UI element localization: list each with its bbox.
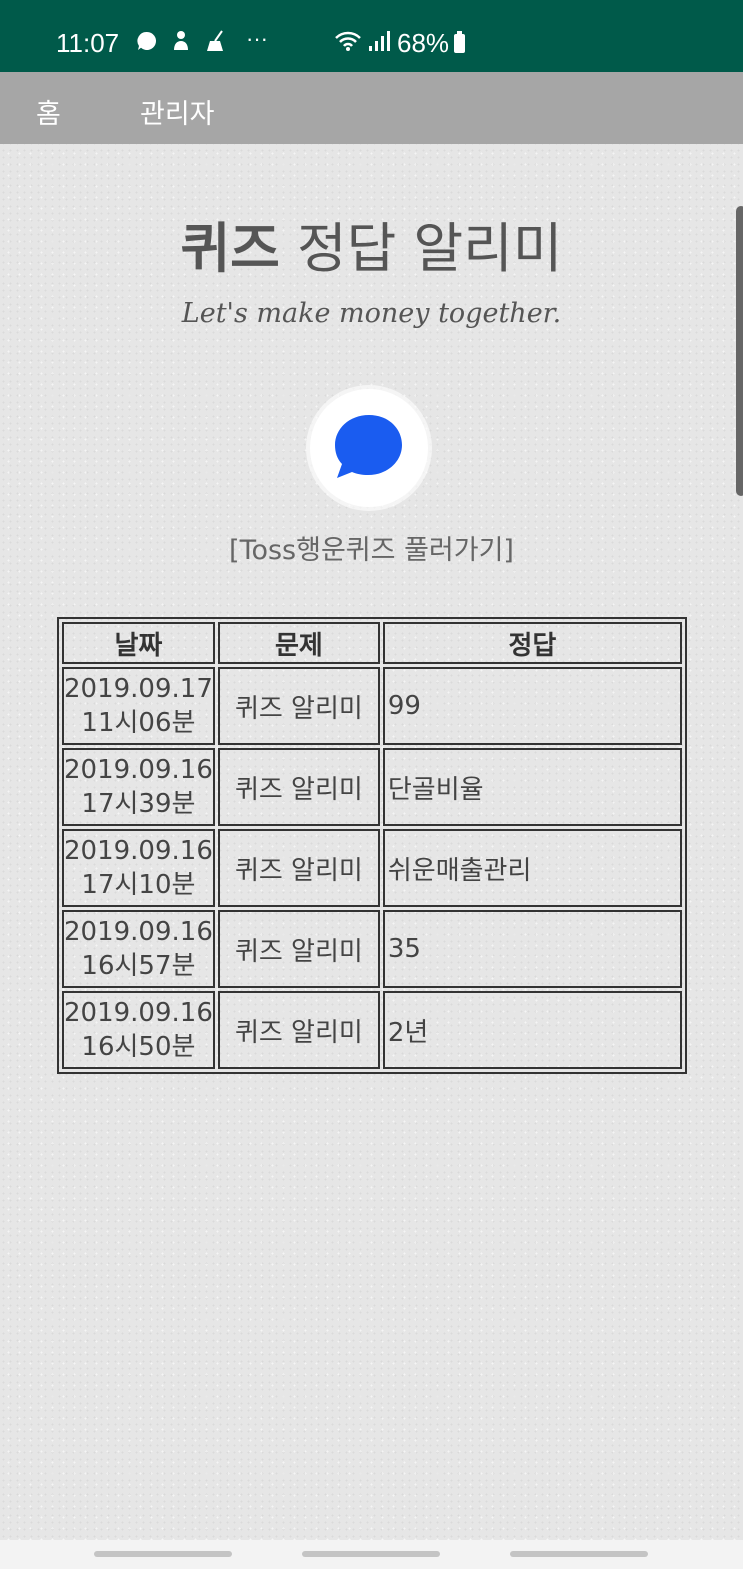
person-icon — [170, 30, 192, 58]
row-time: 17시39분 — [81, 789, 196, 819]
toss-logo-icon[interactable] — [310, 389, 428, 507]
row-answer: 35 — [382, 910, 682, 988]
row-time: 16시50분 — [81, 1032, 196, 1062]
battery-icon — [454, 31, 465, 53]
nav-bar: 홈 관리자 — [0, 72, 743, 144]
table-row: 2019.09.16 16시57분 퀴즈 알리미 35 — [62, 910, 682, 988]
toss-quiz-link[interactable]: [Toss행운퀴즈 풀러가기] — [0, 528, 743, 567]
row-time: 17시10분 — [81, 870, 196, 900]
row-question: 퀴즈 알리미 — [217, 829, 380, 907]
header-date: 날짜 — [62, 622, 215, 664]
wifi-icon — [334, 30, 362, 58]
header-question: 문제 — [217, 622, 380, 664]
header-answer: 정답 — [382, 622, 682, 664]
recent-apps-button[interactable] — [94, 1551, 232, 1557]
back-button[interactable] — [510, 1551, 648, 1557]
row-question: 퀴즈 알리미 — [217, 910, 380, 988]
page-title-bold: 퀴즈 — [180, 217, 280, 280]
row-answer: 쉬운매출관리 — [382, 829, 682, 907]
table-row: 2019.09.16 17시39분 퀴즈 알리미 단골비율 — [62, 748, 682, 826]
system-nav-bar — [0, 1540, 743, 1569]
chat-icon — [136, 30, 158, 58]
table-row: 2019.09.17 11시06분 퀴즈 알리미 99 — [62, 667, 682, 745]
table-row: 2019.09.16 17시10분 퀴즈 알리미 쉬운매출관리 — [62, 829, 682, 907]
row-question: 퀴즈 알리미 — [217, 748, 380, 826]
table-row: 2019.09.16 16시50분 퀴즈 알리미 2년 — [62, 991, 682, 1069]
status-time: 11:07 — [56, 28, 120, 58]
table-header-row: 날짜 문제 정답 — [62, 622, 682, 664]
page-title-rest: 정답 알리미 — [279, 217, 563, 280]
row-date-cell: 2019.09.16 17시39분 — [62, 748, 215, 826]
row-date: 2019.09.16 — [64, 998, 213, 1028]
row-answer: 2년 — [382, 991, 682, 1069]
row-answer: 단골비율 — [382, 748, 682, 826]
row-answer: 99 — [382, 667, 682, 745]
more-dots-icon: ··· — [246, 26, 268, 51]
page-title: 퀴즈 정답 알리미 — [0, 204, 743, 283]
row-date: 2019.09.16 — [64, 755, 213, 785]
nav-home-link[interactable]: 홈 — [36, 92, 61, 131]
row-date-cell: 2019.09.16 16시50분 — [62, 991, 215, 1069]
row-date: 2019.09.16 — [64, 917, 213, 947]
signal-icon — [368, 30, 390, 58]
scrollbar-thumb[interactable] — [736, 206, 743, 496]
row-date: 2019.09.17 — [64, 674, 213, 704]
quiz-answer-table: 날짜 문제 정답 2019.09.17 11시06분 퀴즈 알리미 99 201… — [57, 617, 687, 1074]
nav-admin-link[interactable]: 관리자 — [140, 92, 215, 131]
row-date-cell: 2019.09.17 11시06분 — [62, 667, 215, 745]
row-date: 2019.09.16 — [64, 836, 213, 866]
broom-icon — [204, 30, 228, 58]
status-bar: 11:07 ··· 68% — [0, 0, 743, 72]
home-button[interactable] — [302, 1551, 440, 1557]
row-question: 퀴즈 알리미 — [217, 991, 380, 1069]
row-time: 16시57분 — [81, 951, 196, 981]
row-date-cell: 2019.09.16 17시10분 — [62, 829, 215, 907]
battery-percent: 68% — [397, 28, 450, 58]
page-subtitle: Let's make money together. — [181, 298, 562, 329]
row-date-cell: 2019.09.16 16시57분 — [62, 910, 215, 988]
row-time: 11시06분 — [81, 708, 196, 738]
row-question: 퀴즈 알리미 — [217, 667, 380, 745]
